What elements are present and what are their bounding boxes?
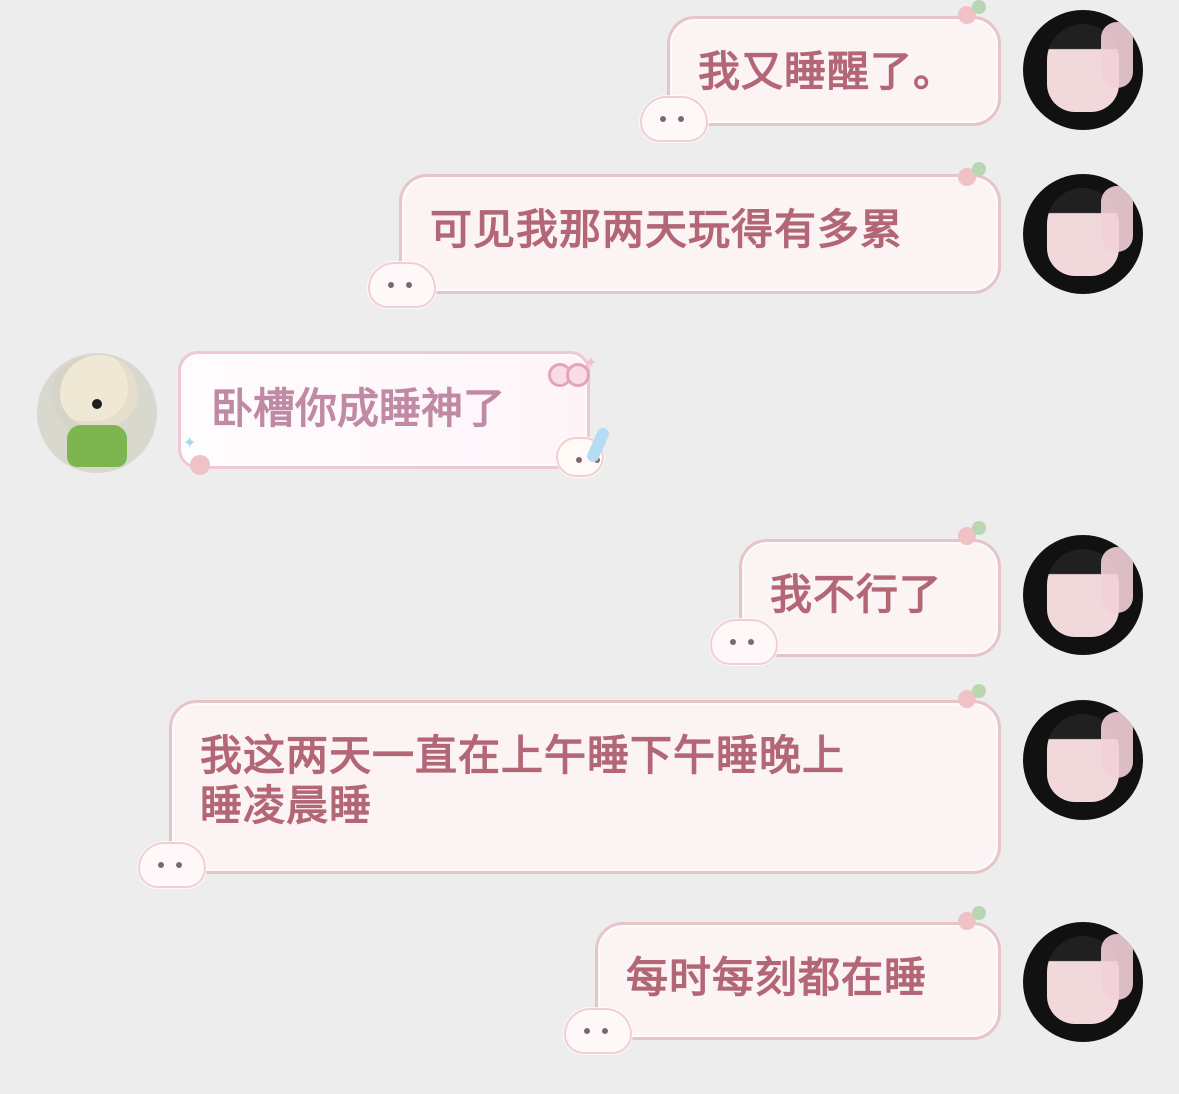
avatar-eye-icon xyxy=(92,399,102,409)
incoming-message-bubble[interactable]: 卧槽你成睡神了 xyxy=(178,351,590,469)
sparkle-icon: ✦ xyxy=(584,353,598,372)
message-text: 卧槽你成睡神了 xyxy=(211,384,506,433)
my-avatar[interactable] xyxy=(1023,535,1143,655)
sheep-sticker-icon xyxy=(710,619,778,665)
my-avatar[interactable] xyxy=(1023,700,1143,820)
message-row-me-5: 每时每刻都在睡 xyxy=(0,906,1179,1070)
my-avatar[interactable] xyxy=(1023,10,1143,130)
outgoing-message-bubble[interactable]: 我又睡醒了。 xyxy=(667,16,1001,126)
friend-avatar[interactable] xyxy=(37,353,157,473)
leaf-icon xyxy=(972,162,986,176)
message-text: 我这两天一直在上午睡下午睡晚上 睡凌晨睡 xyxy=(200,731,846,830)
my-avatar[interactable] xyxy=(1023,174,1143,294)
sheep-sticker-icon xyxy=(564,1008,632,1054)
message-text: 我不行了 xyxy=(770,570,943,619)
leaf-icon xyxy=(972,684,986,698)
outgoing-message-bubble[interactable]: 我这两天一直在上午睡下午睡晚上 睡凌晨睡 xyxy=(169,700,1001,874)
message-row-me-2: 可见我那两天玩得有多累 xyxy=(0,150,1179,310)
leaf-icon xyxy=(972,906,986,920)
leaf-icon xyxy=(972,0,986,14)
message-row-me-3: 我不行了 xyxy=(0,515,1179,675)
leaf-icon xyxy=(972,521,986,535)
my-avatar[interactable] xyxy=(1023,922,1143,1042)
sheep-sticker-icon xyxy=(138,842,206,888)
message-row-me-4: 我这两天一直在上午睡下午睡晚上 睡凌晨睡 xyxy=(0,684,1179,900)
sheep-sticker-icon xyxy=(368,262,436,308)
outgoing-message-bubble[interactable]: 每时每刻都在睡 xyxy=(595,922,1001,1040)
outgoing-message-bubble[interactable]: 可见我那两天玩得有多累 xyxy=(399,174,1001,294)
message-row-friend-1: 卧槽你成睡神了 ✦ ✦ xyxy=(0,345,1179,495)
message-row-me-1: 我又睡醒了。 xyxy=(0,0,1179,150)
message-text: 可见我那两天玩得有多累 xyxy=(430,205,904,254)
sparkle-icon: ✦ xyxy=(183,433,197,452)
sheep-sticker-icon xyxy=(640,96,708,142)
message-text: 每时每刻都在睡 xyxy=(626,953,928,1002)
outgoing-message-bubble[interactable]: 我不行了 xyxy=(739,539,1001,657)
cherry-icon xyxy=(190,455,210,475)
message-text: 我又睡醒了。 xyxy=(698,47,957,96)
